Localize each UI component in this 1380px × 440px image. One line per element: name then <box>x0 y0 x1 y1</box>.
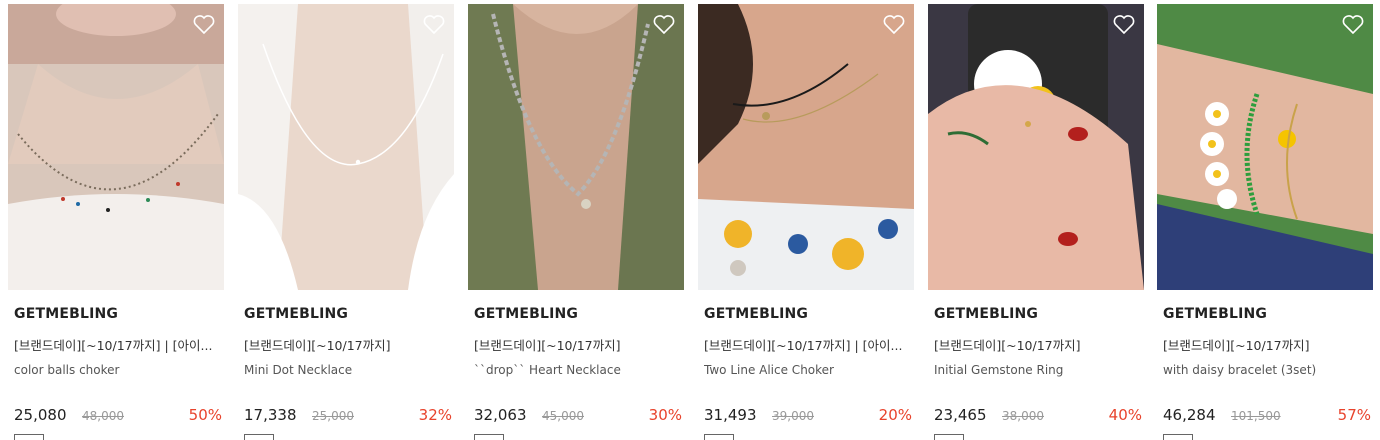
product-image[interactable] <box>468 4 684 290</box>
event-label: [브랜드데이][~10/17까지] | [아이... <box>14 338 213 353</box>
product-name[interactable]: Initial Gemstone Ring <box>934 363 1139 377</box>
product-image[interactable] <box>698 4 914 290</box>
event-label: [브랜드데이][~10/17까지] <box>1163 338 1310 353</box>
badge-outline <box>474 434 504 440</box>
sale-price: 17,338 <box>244 406 297 424</box>
product-name[interactable]: Two Line Alice Choker <box>704 363 909 377</box>
badge-outline <box>244 434 274 440</box>
brand-name[interactable]: GETMEBLING <box>934 306 1038 322</box>
sale-price: 46,284 <box>1163 406 1216 424</box>
heart-outline-icon[interactable] <box>192 12 216 36</box>
sale-price: 25,080 <box>14 406 67 424</box>
brand-name[interactable]: GETMEBLING <box>704 306 808 322</box>
event-label: [브랜드데이][~10/17까지] | [아이... <box>704 338 903 353</box>
product-image[interactable] <box>8 4 224 290</box>
product-name[interactable]: color balls choker <box>14 363 219 377</box>
product-card[interactable]: GETMEBLING [브랜드데이][~10/17까지] | [아이... Tw… <box>698 4 914 440</box>
sale-price: 31,493 <box>704 406 757 424</box>
badge-outline <box>934 434 964 440</box>
event-label: [브랜드데이][~10/17까지] <box>244 338 391 353</box>
original-price: 101,500 <box>1231 409 1281 423</box>
brand-name[interactable]: GETMEBLING <box>1163 306 1267 322</box>
heart-outline-icon[interactable] <box>882 12 906 36</box>
original-price: 38,000 <box>1002 409 1044 423</box>
product-image[interactable] <box>1157 4 1373 290</box>
brand-name[interactable]: GETMEBLING <box>244 306 348 322</box>
badge-outline <box>14 434 44 440</box>
discount-rate: 32% <box>418 406 452 424</box>
discount-rate: 57% <box>1337 406 1371 424</box>
badge-outline <box>1163 434 1193 440</box>
heart-outline-icon[interactable] <box>1112 12 1136 36</box>
sale-price: 23,465 <box>934 406 987 424</box>
discount-rate: 20% <box>878 406 912 424</box>
product-name[interactable]: ``drop`` Heart Necklace <box>474 363 679 377</box>
event-label: [브랜드데이][~10/17까지] <box>934 338 1081 353</box>
product-name[interactable]: Mini Dot Necklace <box>244 363 449 377</box>
discount-rate: 40% <box>1108 406 1142 424</box>
product-card[interactable]: GETMEBLING [브랜드데이][~10/17까지] Mini Dot Ne… <box>238 4 454 440</box>
product-image[interactable] <box>238 4 454 290</box>
original-price: 39,000 <box>772 409 814 423</box>
product-card[interactable]: GETMEBLING [브랜드데이][~10/17까지] Initial Gem… <box>928 4 1144 440</box>
discount-rate: 50% <box>188 406 222 424</box>
original-price: 45,000 <box>542 409 584 423</box>
badge-outline <box>704 434 734 440</box>
heart-outline-icon[interactable] <box>1341 12 1365 36</box>
original-price: 25,000 <box>312 409 354 423</box>
product-name[interactable]: with daisy bracelet (3set) <box>1163 363 1368 377</box>
product-card[interactable]: GETMEBLING [브랜드데이][~10/17까지] | [아이... co… <box>8 4 224 440</box>
product-image[interactable] <box>928 4 1144 290</box>
original-price: 48,000 <box>82 409 124 423</box>
brand-name[interactable]: GETMEBLING <box>14 306 118 322</box>
sale-price: 32,063 <box>474 406 527 424</box>
product-card[interactable]: GETMEBLING [브랜드데이][~10/17까지] with daisy … <box>1157 4 1373 440</box>
product-card[interactable]: GETMEBLING [브랜드데이][~10/17까지] ``drop`` He… <box>468 4 684 440</box>
brand-name[interactable]: GETMEBLING <box>474 306 578 322</box>
heart-outline-icon[interactable] <box>652 12 676 36</box>
event-label: [브랜드데이][~10/17까지] <box>474 338 621 353</box>
product-grid: GETMEBLING [브랜드데이][~10/17까지] | [아이... co… <box>0 0 1380 440</box>
heart-outline-icon[interactable] <box>422 12 446 36</box>
discount-rate: 30% <box>648 406 682 424</box>
